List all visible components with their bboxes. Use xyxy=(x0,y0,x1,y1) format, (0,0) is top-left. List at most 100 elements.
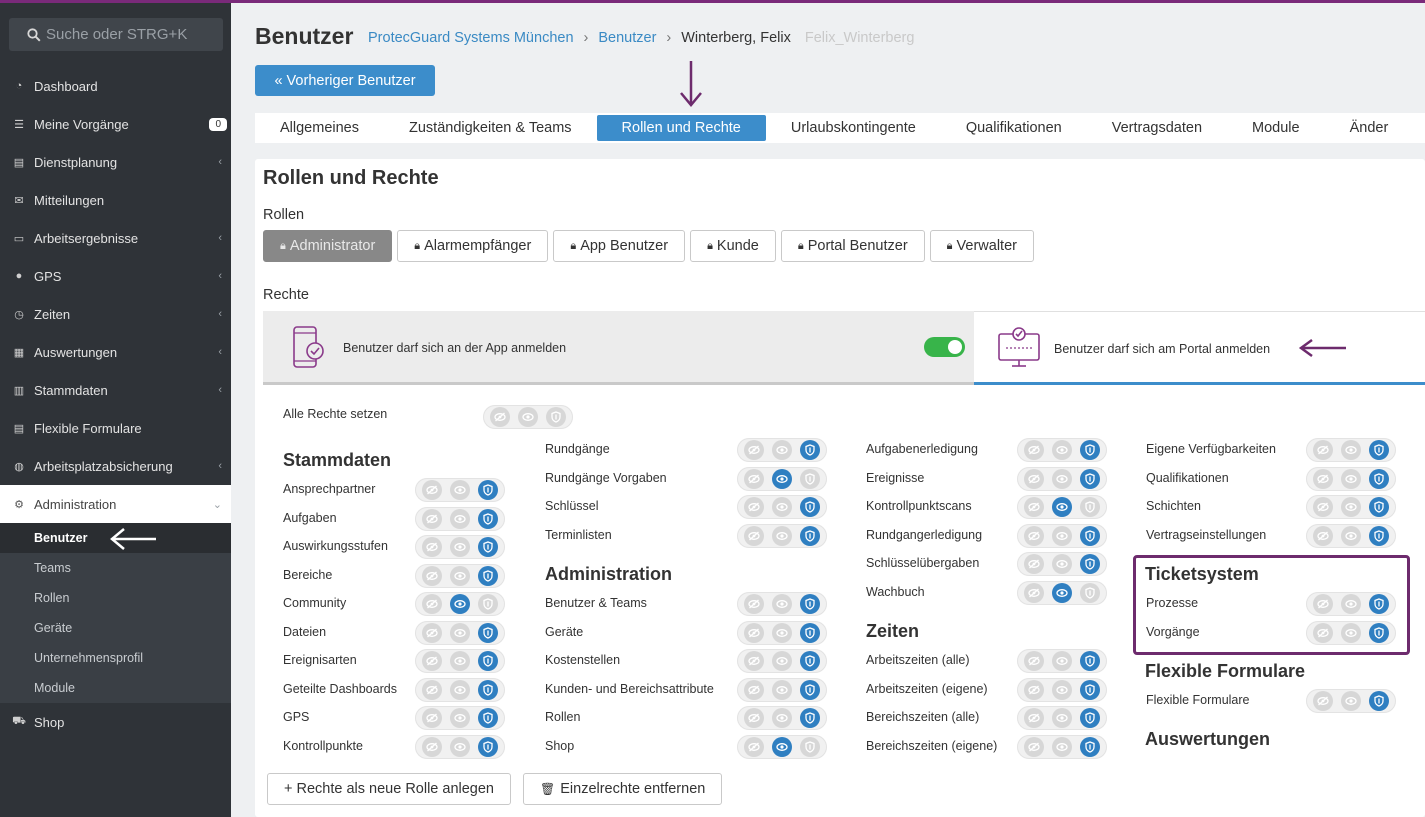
eye-icon[interactable] xyxy=(1052,651,1072,671)
permission-toggle[interactable] xyxy=(1306,523,1396,548)
shield-icon[interactable] xyxy=(800,679,820,700)
hidden-icon[interactable] xyxy=(422,480,442,500)
hidden-icon[interactable] xyxy=(1024,525,1044,546)
sidebar-sub-geraete[interactable]: Geräte xyxy=(0,613,231,643)
permission-toggle[interactable] xyxy=(1017,706,1107,730)
role-verwalter-button[interactable]: 🔒︎ Verwalter xyxy=(929,230,1034,262)
shield-icon[interactable] xyxy=(800,708,820,728)
eye-icon[interactable] xyxy=(1052,497,1072,517)
permission-toggle[interactable] xyxy=(737,438,827,462)
role-administrator-button[interactable]: 🔒︎ Administrator xyxy=(263,230,393,262)
permission-toggle[interactable] xyxy=(737,620,827,645)
permission-toggle[interactable] xyxy=(415,592,505,616)
eye-icon[interactable] xyxy=(1341,594,1361,614)
shield-icon[interactable] xyxy=(800,651,820,671)
role-alarmempfaenger-button[interactable]: 🔒︎ Alarmempfänger xyxy=(397,230,549,262)
hidden-icon[interactable] xyxy=(744,468,764,489)
hidden-icon[interactable] xyxy=(422,565,442,586)
tab-zustaendigkeiten[interactable]: Zuständigkeiten & Teams xyxy=(384,115,597,141)
eye-icon[interactable] xyxy=(772,468,792,489)
eye-icon[interactable] xyxy=(450,679,470,700)
eye-icon[interactable] xyxy=(1052,440,1072,460)
hidden-icon[interactable] xyxy=(1024,736,1044,757)
sidebar-sub-rollen[interactable]: Rollen xyxy=(0,583,231,613)
role-kunde-button[interactable]: 🔒︎ Kunde xyxy=(690,230,776,262)
eye-icon[interactable] xyxy=(518,407,538,427)
hidden-icon[interactable] xyxy=(422,736,442,757)
shield-icon[interactable] xyxy=(1080,440,1100,460)
hidden-icon[interactable] xyxy=(490,407,510,427)
permission-toggle[interactable] xyxy=(415,563,505,588)
permission-toggle[interactable] xyxy=(1306,620,1396,645)
eye-icon[interactable] xyxy=(1052,708,1072,728)
eye-icon[interactable] xyxy=(1052,525,1072,546)
sidebar-item-dashboard[interactable]: ◔ Dashboard xyxy=(0,67,231,105)
hidden-icon[interactable] xyxy=(1024,582,1044,603)
shield-icon[interactable] xyxy=(800,497,820,517)
sidebar-item-meine-vorgaenge[interactable]: ☰ Meine Vorgänge 0 xyxy=(0,105,231,143)
eye-icon[interactable] xyxy=(1341,497,1361,517)
shield-icon[interactable] xyxy=(1080,651,1100,671)
hidden-icon[interactable] xyxy=(744,622,764,643)
new-role-button[interactable]: + Rechte als neue Rolle anlegen xyxy=(267,773,511,805)
shield-icon[interactable] xyxy=(800,736,820,757)
permission-toggle[interactable] xyxy=(737,495,827,519)
eye-icon[interactable] xyxy=(1341,622,1361,643)
shield-icon[interactable] xyxy=(800,594,820,614)
shield-icon[interactable] xyxy=(1080,736,1100,757)
shield-icon[interactable] xyxy=(800,622,820,643)
shield-icon[interactable] xyxy=(1080,679,1100,700)
shield-icon[interactable] xyxy=(478,736,498,757)
eye-icon[interactable] xyxy=(1341,525,1361,546)
eye-icon[interactable] xyxy=(450,622,470,643)
tab-allgemeines[interactable]: Allgemeines xyxy=(255,115,384,141)
shield-icon[interactable] xyxy=(478,708,498,728)
permission-toggle[interactable] xyxy=(1017,580,1107,605)
shield-icon[interactable] xyxy=(1080,708,1100,728)
hidden-icon[interactable] xyxy=(422,594,442,614)
shield-icon[interactable] xyxy=(478,622,498,643)
shield-icon[interactable] xyxy=(478,508,498,529)
hidden-icon[interactable] xyxy=(422,679,442,700)
permission-toggle[interactable] xyxy=(1017,649,1107,673)
shield-icon[interactable] xyxy=(1080,525,1100,546)
hidden-icon[interactable] xyxy=(1024,554,1044,574)
hidden-icon[interactable] xyxy=(422,708,442,728)
hidden-icon[interactable] xyxy=(1313,691,1333,711)
hidden-icon[interactable] xyxy=(744,679,764,700)
eye-icon[interactable] xyxy=(772,497,792,517)
shield-icon[interactable] xyxy=(1080,497,1100,517)
permission-toggle[interactable] xyxy=(1306,592,1396,616)
shield-icon[interactable] xyxy=(1369,468,1389,489)
shield-icon[interactable] xyxy=(1080,468,1100,489)
hidden-icon[interactable] xyxy=(744,708,764,728)
permission-toggle[interactable] xyxy=(415,535,505,559)
eye-icon[interactable] xyxy=(450,565,470,586)
permission-toggle[interactable] xyxy=(737,592,827,616)
hidden-icon[interactable] xyxy=(1313,468,1333,489)
shield-icon[interactable] xyxy=(1080,554,1100,574)
permission-toggle[interactable] xyxy=(415,677,505,702)
hidden-icon[interactable] xyxy=(744,651,764,671)
hidden-icon[interactable] xyxy=(422,537,442,557)
eye-icon[interactable] xyxy=(450,651,470,671)
hidden-icon[interactable] xyxy=(744,594,764,614)
shield-icon[interactable] xyxy=(478,565,498,586)
eye-icon[interactable] xyxy=(1052,468,1072,489)
permission-toggle[interactable] xyxy=(415,649,505,673)
portal-login-card[interactable]: Benutzer darf sich am Portal anmelden xyxy=(974,311,1425,385)
shield-icon[interactable] xyxy=(1080,582,1100,603)
eye-icon[interactable] xyxy=(1052,679,1072,700)
shield-icon[interactable] xyxy=(800,468,820,489)
sidebar-item-auswertungen[interactable]: ▦ Auswertungen ‹ xyxy=(0,333,231,371)
hidden-icon[interactable] xyxy=(1313,440,1333,460)
hidden-icon[interactable] xyxy=(422,508,442,529)
eye-icon[interactable] xyxy=(772,594,792,614)
sidebar-sub-unternehmensprofil[interactable]: Unternehmensprofil xyxy=(0,643,231,673)
eye-icon[interactable] xyxy=(450,594,470,614)
hidden-icon[interactable] xyxy=(422,651,442,671)
permission-toggle[interactable] xyxy=(1017,677,1107,702)
permission-toggle[interactable] xyxy=(737,734,827,759)
eye-icon[interactable] xyxy=(1052,736,1072,757)
sidebar-item-dienstplanung[interactable]: ▤ Dienstplanung ‹ xyxy=(0,143,231,181)
